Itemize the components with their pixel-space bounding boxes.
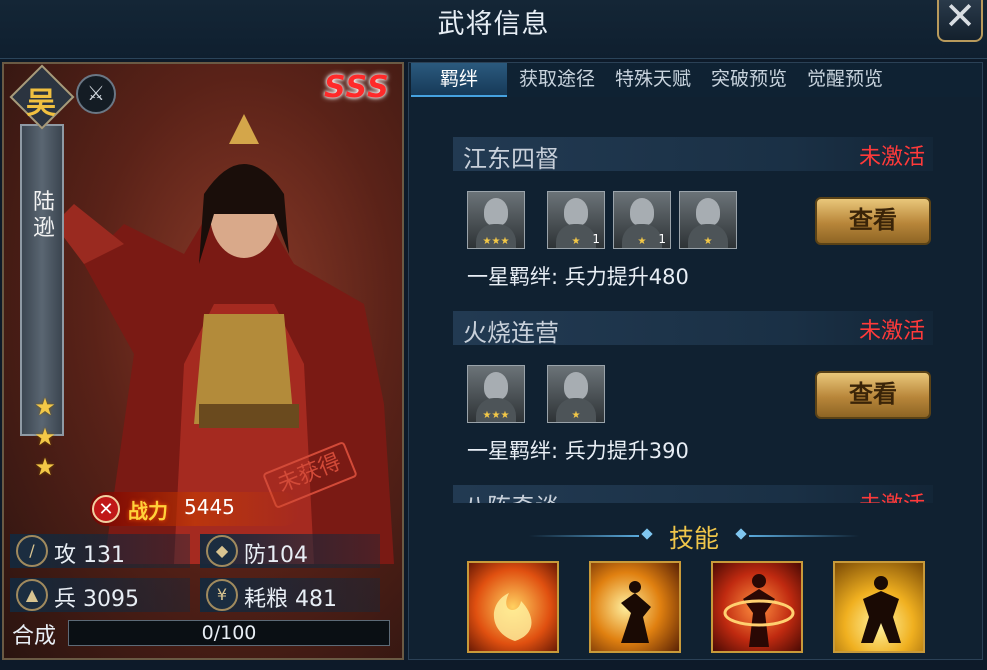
page-title: 武将信息 — [437, 9, 550, 40]
attack-value: 攻 131 — [54, 543, 125, 568]
divider-line — [529, 535, 639, 537]
synthesis-progress-bar: 0/100 — [68, 620, 390, 646]
power-label: 战力 — [128, 499, 168, 523]
hero-portrait-thumb[interactable]: ★★★ — [467, 191, 525, 249]
name-banner — [20, 124, 64, 436]
stat-row-2: ▲ 兵 3095 ¥ 耗粮 481 — [4, 578, 402, 618]
hero-card: 吴 ⚔ 陆逊 SSS ★ ★ ★ 未获得 ✕ 战力 5445 / 攻 131 ◆… — [2, 62, 404, 660]
hero-portrait-thumb[interactable]: ★ — [679, 191, 737, 249]
grain-icon: ¥ — [206, 579, 238, 611]
hero-name: 陆逊 — [32, 190, 55, 241]
tab-sources[interactable]: 获取途径 — [509, 63, 605, 97]
tab-special-talent[interactable]: 特殊天赋 — [605, 63, 701, 97]
power-value: 5445 — [184, 495, 235, 519]
info-panel: 羁绊 获取途径 特殊天赋 突破预览 觉醒预览 江东四督 未激活 ★★★ ★ 1 … — [408, 62, 983, 660]
bond-name: 江东四督 — [463, 145, 559, 173]
attack-stat: / 攻 131 — [10, 534, 190, 568]
food-stat: ¥ 耗粮 481 — [200, 578, 380, 612]
close-icon: ✕ — [944, 0, 976, 38]
combat-power: ✕ 战力 5445 — [90, 492, 300, 526]
synthesis-progress-text: 0/100 — [201, 622, 257, 644]
bond-name: 火烧连营 — [463, 319, 559, 347]
diamond-ornament-icon — [735, 528, 747, 540]
sword-icon: / — [16, 535, 48, 567]
hero-portrait-thumb[interactable]: ★ 1 — [547, 191, 605, 249]
close-button[interactable]: ✕ — [937, 0, 983, 42]
portrait-count: 1 — [592, 232, 600, 246]
hero-portrait-thumb[interactable]: ★ — [547, 365, 605, 423]
bond-status: 未激活 — [859, 487, 925, 503]
skills-header: 技能 — [529, 515, 859, 555]
fire-stance-icon[interactable] — [833, 561, 925, 653]
bond-header: 江东四督 未激活 — [453, 137, 933, 173]
fire-dash-icon[interactable] — [711, 561, 803, 653]
bond-description: 一星羁绊: 兵力提升390 — [467, 439, 689, 463]
crossed-swords-icon: ✕ — [92, 495, 120, 523]
star-rating: ★ ★ ★ — [32, 394, 58, 484]
defense-value: 防104 — [244, 543, 308, 568]
bond-item: 八阵奇谈 未激活 — [453, 485, 933, 503]
bond-description: 一星羁绊: 兵力提升480 — [467, 265, 689, 289]
stat-row-1: / 攻 131 ◆ 防104 — [4, 534, 402, 574]
defense-stat: ◆ 防104 — [200, 534, 380, 568]
weapon-type-icon[interactable]: ⚔ — [76, 74, 116, 114]
fire-strike-icon[interactable] — [589, 561, 681, 653]
bond-status: 未激活 — [858, 319, 925, 344]
divider-line — [749, 535, 859, 537]
view-button[interactable]: 查看 — [815, 371, 931, 419]
tab-awakening-preview[interactable]: 觉醒预览 — [797, 63, 893, 97]
troops-value: 兵 3095 — [54, 587, 139, 612]
bond-header: 八阵奇谈 未激活 — [453, 485, 933, 503]
hero-portrait-thumb[interactable]: ★ 1 — [613, 191, 671, 249]
hero-portrait-thumb[interactable]: ★★★ — [467, 365, 525, 423]
portrait-count: 1 — [658, 232, 666, 246]
view-button[interactable]: 查看 — [815, 197, 931, 245]
tab-breakthrough-preview[interactable]: 突破预览 — [701, 63, 797, 97]
synthesis-label: 合成 — [12, 624, 57, 649]
star-icon: ★ — [34, 423, 56, 451]
portrait-stars: ★ — [703, 236, 713, 247]
tab-bar: 羁绊 获取途径 特殊天赋 突破预览 觉醒预览 — [411, 63, 981, 97]
shield-icon: ◆ — [206, 535, 238, 567]
faction-label: 吴 — [26, 86, 56, 121]
bond-item: 火烧连营 未激活 ★★★ ★ 查看 一星羁绊: 兵力提升390 — [453, 311, 933, 487]
star-icon: ★ — [34, 393, 56, 421]
diamond-ornament-icon — [641, 528, 653, 540]
bond-status: 未激活 — [858, 145, 925, 170]
skills-title: 技能 — [668, 524, 719, 553]
troops-stat: ▲ 兵 3095 — [10, 578, 190, 612]
helmet-icon: ▲ — [16, 579, 48, 611]
bond-name: 八阵奇谈 — [463, 487, 559, 503]
portrait-stars: ★★★ — [482, 410, 510, 421]
fire-swirl-icon[interactable] — [467, 561, 559, 653]
tab-bonds[interactable]: 羁绊 — [411, 63, 507, 97]
portrait-stars: ★★★ — [482, 236, 510, 247]
food-value: 耗粮 481 — [244, 587, 337, 612]
portrait-stars: ★ — [571, 410, 581, 421]
bond-item: 江东四督 未激活 ★★★ ★ 1 ★ 1 ★ 查看 一星羁绊: 兵力提升480 — [453, 137, 933, 313]
title-bar: 武将信息 ✕ — [0, 0, 987, 59]
star-icon: ★ — [34, 453, 56, 481]
rank-badge: SSS — [324, 70, 390, 105]
bond-list[interactable]: 江东四督 未激活 ★★★ ★ 1 ★ 1 ★ 查看 一星羁绊: 兵力提升480 … — [453, 133, 933, 503]
bond-header: 火烧连营 未激活 — [453, 311, 933, 347]
